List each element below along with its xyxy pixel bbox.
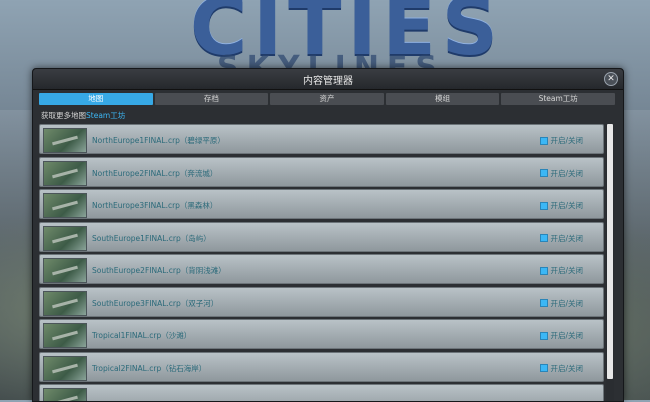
toggle-label: 开启/关闭 — [550, 233, 583, 243]
enable-toggle[interactable]: 开启/关闭 — [540, 298, 583, 309]
list-item[interactable]: SouthEurope1FINAL.crp（岛屿） 开启/关闭 — [39, 221, 604, 252]
checkbox-icon[interactable] — [540, 299, 549, 307]
tab-steam-workshop[interactable]: Steam工坊 — [501, 93, 615, 105]
workshop-link[interactable]: Steam工坊 — [86, 111, 125, 120]
enable-toggle[interactable]: 开启/关闭 — [540, 200, 583, 211]
tab-assets[interactable]: 资产 — [270, 93, 384, 105]
workshop-prompt: 获取更多地图Steam工坊 — [41, 110, 125, 121]
map-name: Tropical2FINAL.crp（钻石海岸） — [92, 363, 207, 373]
checkbox-icon[interactable] — [540, 136, 549, 145]
toggle-label: 开启/关闭 — [550, 331, 583, 340]
map-thumbnail — [43, 225, 87, 251]
list-item[interactable]: Tropical2FINAL.crp（钻石海岸） 开启/关闭 — [39, 351, 604, 382]
map-name: Tropical1FINAL.crp（沙滩） — [92, 331, 192, 340]
tab-bar: 地图 存档 资产 模组 Steam工坊 — [39, 93, 615, 105]
enable-toggle[interactable]: 开启/关闭 — [540, 265, 583, 276]
enable-toggle[interactable]: 开启/关闭 — [540, 363, 583, 374]
list-item[interactable] — [39, 384, 604, 401]
checkbox-icon[interactable] — [540, 266, 549, 275]
map-thumbnail — [43, 128, 87, 153]
workshop-prompt-text: 获取更多地图 — [41, 111, 86, 120]
map-thumbnail — [43, 355, 87, 381]
enable-toggle[interactable]: 开启/关闭 — [540, 233, 583, 244]
checkbox-icon[interactable] — [540, 201, 549, 210]
map-name: NorthEurope2FINAL.crp（奔流城） — [92, 168, 218, 178]
checkbox-icon[interactable] — [540, 169, 549, 177]
map-thumbnail — [43, 323, 87, 348]
toggle-label: 开启/关闭 — [550, 168, 583, 178]
checkbox-icon[interactable] — [540, 234, 549, 242]
list-item[interactable]: SouthEurope2FINAL.crp（背阴浅滩） 开启/关闭 — [39, 254, 604, 284]
enable-toggle[interactable]: 开启/关闭 — [540, 135, 583, 146]
tab-saves[interactable]: 存档 — [154, 93, 269, 105]
map-name: NorthEurope1FINAL.crp（碧绿平原） — [92, 136, 225, 145]
map-name: NorthEurope3FINAL.crp（黑森林） — [92, 201, 218, 210]
map-name: SouthEurope3FINAL.crp（双子河） — [92, 298, 219, 308]
toggle-label: 开启/关闭 — [550, 266, 583, 275]
map-thumbnail — [43, 160, 87, 186]
map-thumbnail — [43, 388, 87, 401]
enable-toggle[interactable]: 开启/关闭 — [540, 330, 583, 341]
tab-maps[interactable]: 地图 — [39, 93, 153, 105]
window-title: 内容管理器 — [303, 76, 353, 87]
map-thumbnail — [43, 193, 87, 218]
list-item[interactable]: Tropical1FINAL.crp（沙滩） 开启/关闭 — [39, 319, 604, 349]
list-item[interactable]: NorthEurope3FINAL.crp（黑森林） 开启/关闭 — [39, 189, 604, 219]
tab-mods[interactable]: 模组 — [385, 93, 500, 105]
toggle-label: 开启/关闭 — [550, 298, 583, 308]
list-item[interactable]: NorthEurope2FINAL.crp（奔流城） 开启/关闭 — [39, 156, 604, 187]
content-manager-window: 内容管理器 ✕ 地图 存档 资产 模组 Steam工坊 获取更多地图Steam工… — [32, 68, 624, 402]
checkbox-icon[interactable] — [540, 364, 549, 372]
toggle-label: 开启/关闭 — [550, 136, 583, 145]
map-thumbnail — [43, 290, 87, 316]
toggle-label: 开启/关闭 — [550, 363, 583, 373]
close-button[interactable]: ✕ — [604, 72, 618, 86]
toggle-label: 开启/关闭 — [550, 201, 583, 210]
list-item[interactable]: NorthEurope1FINAL.crp（碧绿平原） 开启/关闭 — [39, 124, 604, 154]
list-scrollbar[interactable] — [606, 124, 614, 401]
window-titlebar: 内容管理器 ✕ — [33, 69, 623, 90]
list-item[interactable]: SouthEurope3FINAL.crp（双子河） 开启/关闭 — [39, 286, 604, 317]
map-name: SouthEurope2FINAL.crp（背阴浅滩） — [92, 266, 226, 275]
map-name: SouthEurope1FINAL.crp（岛屿） — [92, 233, 211, 243]
scrollbar-thumb[interactable] — [607, 124, 613, 379]
map-list: NorthEurope1FINAL.crp（碧绿平原） 开启/关闭 NorthE… — [39, 124, 604, 401]
enable-toggle[interactable]: 开启/关闭 — [540, 168, 583, 179]
map-thumbnail — [43, 258, 87, 283]
checkbox-icon[interactable] — [540, 331, 549, 340]
